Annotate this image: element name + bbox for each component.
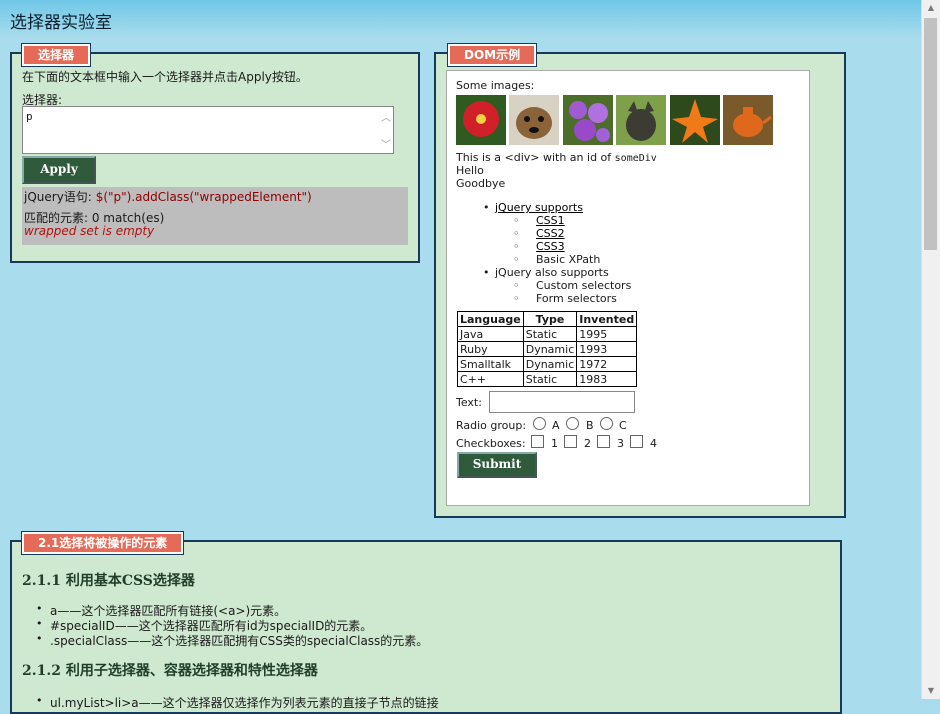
header-bar bbox=[0, 0, 922, 38]
selector-panel: 选择器 在下面的文本框中输入一个选择器并点击Apply按钮。 选择器: p ︿ … bbox=[10, 43, 420, 263]
table-row: C++ Static 1983 bbox=[457, 371, 638, 387]
image-cat bbox=[616, 95, 666, 145]
list-item-also-supports: jQuery also supports bbox=[495, 266, 609, 279]
statement-line: jQuery语句: $("p").addClass("wrappedElemen… bbox=[24, 188, 312, 205]
link-css3[interactable]: CSS3 bbox=[536, 240, 565, 253]
image-lily-orange bbox=[670, 95, 720, 145]
table-row: Ruby Dynamic 1993 bbox=[457, 341, 638, 357]
scroll-up-icon[interactable]: ︿ bbox=[381, 109, 391, 124]
checkbox-1[interactable] bbox=[531, 435, 544, 448]
dom-sample-panel: DOM示例 Some images: This is a <div> with … bbox=[434, 43, 846, 518]
link-css2[interactable]: CSS2 bbox=[536, 227, 565, 240]
scroll-down-icon[interactable]: ﹀ bbox=[381, 136, 391, 151]
image-flower-purple bbox=[563, 95, 613, 145]
statement-prefix: jQuery语句: bbox=[24, 190, 92, 204]
statement-code: $("p").addClass("wrappedElement") bbox=[95, 190, 312, 204]
text-label: Text: bbox=[456, 396, 482, 409]
scrollbar-thumb[interactable] bbox=[924, 18, 937, 250]
column-header: Type bbox=[522, 311, 578, 327]
div-text: This is a <div> with an id of someDiv bbox=[456, 151, 657, 164]
section-heading-212: 2.1.2 利用子选择器、容器选择器和特性选择器 bbox=[22, 663, 318, 679]
selector-textarea[interactable]: p ︿ ﹀ bbox=[22, 106, 394, 154]
list-item: .specialClass——这个选择器匹配拥有CSS类的specialClas… bbox=[50, 634, 429, 648]
list-item-jquery-supports[interactable]: jQuery supports bbox=[495, 201, 583, 214]
empty-message: wrapped set is empty bbox=[24, 224, 155, 238]
checkbox-3[interactable] bbox=[597, 435, 610, 448]
instruction-text: 在下面的文本框中输入一个选择器并点击Apply按钮。 bbox=[22, 70, 308, 84]
image-teapot bbox=[723, 95, 773, 145]
section-panel: 2.1选择将被操作的元素 2.1.1 利用基本CSS选择器 • a——这个选择器… bbox=[10, 531, 842, 714]
scroll-down-arrow-icon[interactable]: ▼ bbox=[922, 683, 940, 699]
section-heading-211: 2.1.1 利用基本CSS选择器 bbox=[22, 573, 195, 589]
list-item: • bbox=[483, 201, 490, 214]
result-panel: jQuery语句: $("p").addClass("wrappedElemen… bbox=[22, 187, 408, 245]
checkbox-2[interactable] bbox=[564, 435, 577, 448]
selector-legend: 选择器 bbox=[20, 43, 92, 67]
list-item-custom-selectors: Custom selectors bbox=[536, 279, 632, 292]
link-css1[interactable]: CSS1 bbox=[536, 214, 565, 227]
column-header: Language bbox=[457, 311, 524, 327]
selector-value: p bbox=[26, 110, 33, 123]
text-input[interactable] bbox=[489, 391, 635, 413]
checkboxes-label: Checkboxes: bbox=[456, 437, 526, 450]
radio-c[interactable] bbox=[600, 417, 613, 430]
dom-legend: DOM示例 bbox=[446, 43, 538, 67]
image-dog bbox=[509, 95, 559, 145]
language-table: Language Type Invented Java Static 1995 … bbox=[457, 311, 638, 387]
dom-sample-area: Some images: This is a <div> with an id … bbox=[446, 70, 810, 506]
radio-b[interactable] bbox=[566, 417, 579, 430]
list-item: ul.myList>li>a——这个选择器仅选择作为列表元素的直接子节点的链接 bbox=[50, 696, 439, 710]
div-text-prefix: This is a <div> with an id of bbox=[456, 151, 612, 164]
images-label: Some images: bbox=[456, 79, 535, 92]
image-flower-red bbox=[456, 95, 506, 145]
goodbye-text: Goodbye bbox=[456, 177, 506, 190]
checkbox-4[interactable] bbox=[630, 435, 643, 448]
apply-button[interactable]: Apply bbox=[22, 156, 96, 184]
page-title: 选择器实验室 bbox=[10, 13, 112, 33]
submit-button[interactable]: Submit bbox=[457, 452, 537, 478]
radio-a[interactable] bbox=[533, 417, 546, 430]
list-item-form-selectors: Form selectors bbox=[536, 292, 617, 305]
table-row: Java Static 1995 bbox=[457, 326, 638, 342]
table-header-row: Language Type Invented bbox=[457, 311, 638, 327]
list-item-basic-xpath: Basic XPath bbox=[536, 253, 601, 266]
radio-group-label: Radio group: bbox=[456, 419, 527, 432]
hello-text: Hello bbox=[456, 164, 484, 177]
div-id: someDiv bbox=[614, 153, 657, 164]
table-row: Smalltalk Dynamic 1972 bbox=[457, 356, 638, 372]
column-header: Invented bbox=[576, 311, 638, 327]
section-legend: 2.1选择将被操作的元素 bbox=[20, 531, 185, 555]
scroll-up-arrow-icon[interactable]: ▲ bbox=[922, 0, 940, 16]
vertical-scrollbar[interactable]: ▲ ▼ bbox=[921, 0, 940, 699]
